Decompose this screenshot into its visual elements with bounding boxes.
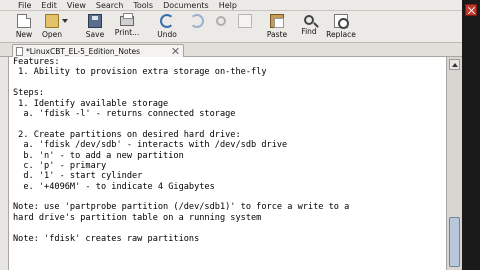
editor-line: d. '1' - start cylinder — [13, 171, 143, 182]
editor-line: 1. Ability to provision extra storage on… — [13, 67, 267, 78]
paste-button[interactable]: Paste — [262, 13, 292, 41]
paste-button-label: Paste — [266, 30, 288, 39]
clipboard-icon — [270, 14, 284, 28]
editor-line: Features: — [13, 57, 60, 67]
editor-line: a. 'fdisk /dev/sdb' - interacts with /de… — [13, 140, 288, 151]
menu-documents[interactable]: Documents — [163, 1, 209, 10]
undo-icon — [160, 14, 174, 28]
redo-icon — [190, 14, 204, 28]
replace-button[interactable]: Replace — [324, 13, 358, 41]
new-button[interactable]: New — [9, 13, 39, 41]
undo-button[interactable]: Undo — [152, 13, 182, 41]
print-button[interactable]: Print... — [112, 13, 142, 41]
replace-button-label: Replace — [326, 30, 356, 39]
vertical-scrollbar[interactable] — [446, 57, 462, 270]
open-folder-icon — [45, 14, 59, 28]
printer-icon — [120, 13, 134, 26]
editor-line: hard drive's partition table on a runnin… — [13, 212, 262, 223]
find-button[interactable]: Find — [294, 13, 324, 41]
editor-line: Steps: — [13, 88, 45, 99]
menu-help[interactable]: Help — [219, 1, 237, 10]
close-icon[interactable] — [465, 4, 477, 16]
document-tab[interactable]: *LinuxCBT_EL-5_Edition_Notes — [12, 44, 184, 57]
copy-button[interactable] — [230, 13, 260, 41]
editor-line: Note: use 'partprobe partition (/dev/sdb… — [13, 202, 350, 213]
text-editor-area[interactable]: Features: 1. Ability to provision extra … — [8, 57, 446, 270]
tab-close-icon[interactable] — [171, 46, 181, 56]
chevron-down-icon — [62, 19, 68, 23]
save-button-label: Save — [85, 30, 105, 39]
save-disk-icon — [88, 14, 102, 28]
editor-line: 2. Create partitions on desired hard dri… — [13, 129, 241, 140]
scissors-icon — [216, 16, 226, 26]
menu-file[interactable]: File — [18, 1, 31, 10]
scrollbar-thumb[interactable] — [449, 217, 460, 267]
scroll-up-arrow-icon[interactable] — [449, 59, 460, 70]
editor-line: 1. Identify available storage — [13, 98, 169, 109]
magnifier-icon — [304, 15, 314, 25]
copy-icon — [238, 14, 252, 28]
menu-view[interactable]: View — [67, 1, 86, 10]
menu-tools[interactable]: Tools — [133, 1, 153, 10]
document-icon — [16, 46, 23, 56]
editor-line: a. 'fdisk -l' - returns connected storag… — [13, 108, 236, 119]
open-dropdown-button[interactable] — [60, 13, 70, 41]
gedit-window: File Edit View Search Tools Documents He… — [0, 0, 462, 270]
menu-edit[interactable]: Edit — [41, 1, 57, 10]
outer-window-edge — [462, 0, 480, 270]
tab-title: *LinuxCBT_EL-5_Edition_Notes — [26, 46, 141, 56]
new-button-label: New — [15, 30, 33, 39]
save-button[interactable]: Save — [80, 13, 110, 41]
print-button-label: Print... — [114, 28, 140, 37]
editor-line: c. 'p' - primary — [13, 160, 107, 171]
menu-bar: File Edit View Search Tools Documents He… — [0, 0, 462, 11]
editor-line: Note: 'fdisk' creates raw partitions — [13, 233, 200, 244]
editor-line: b. 'n' - to add a new partition — [13, 150, 184, 161]
find-replace-icon — [334, 14, 349, 29]
toolbar: New Open Save Print... Undo Paste Find R… — [0, 11, 462, 43]
menu-search[interactable]: Search — [96, 1, 123, 10]
document-tab-bar: *LinuxCBT_EL-5_Edition_Notes — [0, 43, 462, 57]
open-button-label: Open — [41, 30, 63, 39]
editor-line: e. '+4096M' - to indicate 4 Gigabytes — [13, 181, 215, 192]
undo-button-label: Undo — [157, 30, 177, 39]
find-button-label: Find — [301, 27, 317, 36]
new-document-icon — [17, 14, 31, 28]
